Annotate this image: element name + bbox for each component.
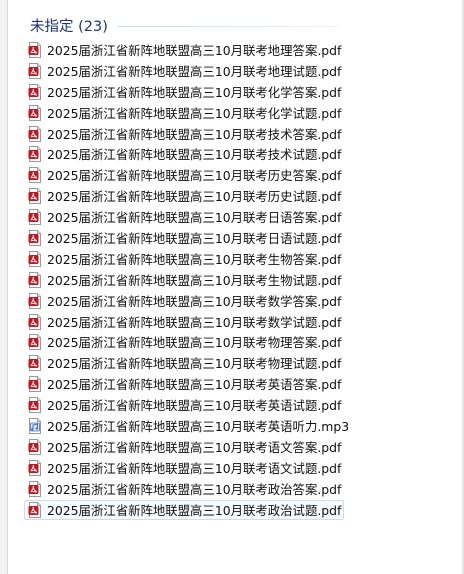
file-item[interactable]: 2025届浙江省新阵地联盟高三10月联考物理试题.pdf	[24, 353, 344, 373]
pdf-file-icon	[28, 125, 42, 142]
pdf-file-icon	[28, 313, 42, 330]
file-list-view[interactable]: 未指定 (23) 2025届浙江省新阵地联盟高三10月联考地理答案.pdf 202…	[8, 0, 462, 574]
file-item[interactable]: 2025届浙江省新阵地联盟高三10月联考政治试题.pdf	[24, 499, 344, 520]
navigation-pane-edge	[0, 0, 8, 574]
file-list: 2025届浙江省新阵地联盟高三10月联考地理答案.pdf 2025届浙江省新阵地联…	[24, 40, 349, 520]
file-name: 2025届浙江省新阵地联盟高三10月联考生物试题.pdf	[47, 272, 342, 288]
pdf-file-icon	[28, 271, 42, 288]
file-name: 2025届浙江省新阵地联盟高三10月联考日语答案.pdf	[47, 210, 342, 226]
group-divider	[118, 26, 338, 27]
pdf-file-icon	[28, 459, 42, 476]
file-name: 2025届浙江省新阵地联盟高三10月联考政治答案.pdf	[47, 481, 342, 497]
group-header[interactable]: 未指定 (23)	[30, 14, 108, 36]
file-item[interactable]: 2025届浙江省新阵地联盟高三10月联考英语试题.pdf	[24, 395, 344, 415]
file-name: 2025届浙江省新阵地联盟高三10月联考地理答案.pdf	[47, 43, 342, 58]
file-name: 2025届浙江省新阵地联盟高三10月联考技术答案.pdf	[47, 126, 342, 142]
file-name: 2025届浙江省新阵地联盟高三10月联考物理试题.pdf	[47, 356, 342, 372]
pdf-file-icon	[28, 209, 42, 226]
pdf-file-icon	[28, 355, 42, 372]
pdf-file-icon	[28, 376, 42, 393]
pdf-file-icon	[28, 480, 42, 497]
file-item[interactable]: 2025届浙江省新阵地联盟高三10月联考化学试题.pdf	[24, 103, 344, 123]
file-name: 2025届浙江省新阵地联盟高三10月联考语文试题.pdf	[47, 460, 342, 476]
file-name: 2025届浙江省新阵地联盟高三10月联考化学试题.pdf	[47, 105, 342, 121]
group-title: 未指定 (23)	[30, 18, 108, 35]
file-name: 2025届浙江省新阵地联盟高三10月联考英语听力.mp3	[47, 419, 350, 435]
audio-file-icon	[28, 418, 42, 435]
file-item[interactable]: 2025届浙江省新阵地联盟高三10月联考英语听力.mp3	[24, 416, 349, 436]
pdf-file-icon	[28, 334, 42, 351]
file-name: 2025届浙江省新阵地联盟高三10月联考历史答案.pdf	[47, 168, 342, 184]
pdf-file-icon	[28, 146, 42, 163]
file-item[interactable]: 2025届浙江省新阵地联盟高三10月联考生物答案.pdf	[24, 249, 344, 269]
file-item[interactable]: 2025届浙江省新阵地联盟高三10月联考生物试题.pdf	[24, 270, 344, 290]
pdf-file-icon	[28, 501, 42, 518]
pdf-file-icon	[28, 62, 42, 79]
file-name: 2025届浙江省新阵地联盟高三10月联考技术试题.pdf	[47, 147, 342, 163]
file-item[interactable]: 2025届浙江省新阵地联盟高三10月联考语文答案.pdf	[24, 437, 344, 457]
file-item[interactable]: 2025届浙江省新阵地联盟高三10月联考地理试题.pdf	[24, 61, 344, 81]
file-name: 2025届浙江省新阵地联盟高三10月联考数学答案.pdf	[47, 293, 342, 309]
file-name: 2025届浙江省新阵地联盟高三10月联考语文答案.pdf	[47, 439, 342, 455]
file-name: 2025届浙江省新阵地联盟高三10月联考地理试题.pdf	[47, 63, 342, 79]
file-name: 2025届浙江省新阵地联盟高三10月联考日语试题.pdf	[47, 231, 342, 247]
file-name: 2025届浙江省新阵地联盟高三10月联考化学答案.pdf	[47, 84, 342, 100]
pdf-file-icon	[28, 83, 42, 100]
file-name: 2025届浙江省新阵地联盟高三10月联考生物答案.pdf	[47, 251, 342, 267]
file-name: 2025届浙江省新阵地联盟高三10月联考英语答案.pdf	[47, 377, 342, 393]
pdf-file-icon	[28, 188, 42, 205]
file-item[interactable]: 2025届浙江省新阵地联盟高三10月联考物理答案.pdf	[24, 332, 344, 352]
file-item[interactable]: 2025届浙江省新阵地联盟高三10月联考数学答案.pdf	[24, 291, 344, 311]
file-name: 2025届浙江省新阵地联盟高三10月联考英语试题.pdf	[47, 398, 342, 414]
pdf-file-icon	[28, 438, 42, 455]
file-item[interactable]: 2025届浙江省新阵地联盟高三10月联考政治答案.pdf	[24, 479, 344, 499]
file-item[interactable]: 2025届浙江省新阵地联盟高三10月联考化学答案.pdf	[24, 82, 344, 102]
file-item[interactable]: 2025届浙江省新阵地联盟高三10月联考语文试题.pdf	[24, 458, 344, 478]
file-item[interactable]: 2025届浙江省新阵地联盟高三10月联考日语试题.pdf	[24, 228, 344, 248]
file-item[interactable]: 2025届浙江省新阵地联盟高三10月联考历史试题.pdf	[24, 186, 344, 206]
pdf-file-icon	[28, 167, 42, 184]
file-item[interactable]: 2025届浙江省新阵地联盟高三10月联考技术试题.pdf	[24, 144, 344, 164]
pdf-file-icon	[28, 104, 42, 121]
file-name: 2025届浙江省新阵地联盟高三10月联考数学试题.pdf	[47, 314, 342, 330]
file-item[interactable]: 2025届浙江省新阵地联盟高三10月联考数学试题.pdf	[24, 312, 344, 332]
file-name: 2025届浙江省新阵地联盟高三10月联考物理答案.pdf	[47, 335, 342, 351]
pdf-file-icon	[28, 42, 42, 58]
pdf-file-icon	[28, 230, 42, 247]
file-item[interactable]: 2025届浙江省新阵地联盟高三10月联考英语答案.pdf	[24, 374, 344, 394]
file-item[interactable]: 2025届浙江省新阵地联盟高三10月联考地理答案.pdf	[24, 40, 344, 60]
file-name: 2025届浙江省新阵地联盟高三10月联考历史试题.pdf	[47, 189, 342, 205]
file-item[interactable]: 2025届浙江省新阵地联盟高三10月联考历史答案.pdf	[24, 165, 344, 185]
file-name: 2025届浙江省新阵地联盟高三10月联考政治试题.pdf	[47, 502, 342, 518]
pdf-file-icon	[28, 292, 42, 309]
file-item[interactable]: 2025届浙江省新阵地联盟高三10月联考日语答案.pdf	[24, 207, 344, 227]
pdf-file-icon	[28, 250, 42, 267]
pdf-file-icon	[28, 397, 42, 414]
file-item[interactable]: 2025届浙江省新阵地联盟高三10月联考技术答案.pdf	[24, 124, 344, 144]
